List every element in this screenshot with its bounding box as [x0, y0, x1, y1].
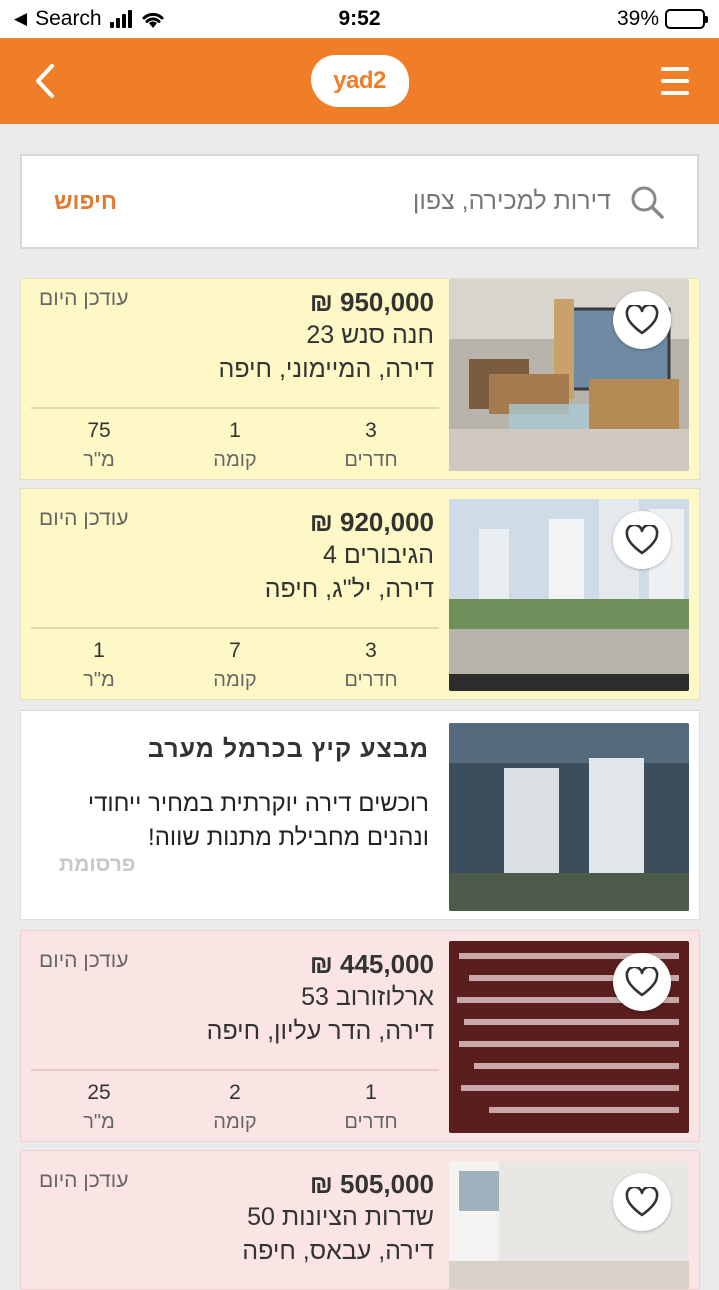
listing-area: דירה, המיימוני, חיפה — [218, 355, 434, 383]
wifi-icon — [142, 12, 164, 28]
stat-floor: 7 קומה — [167, 639, 303, 692]
listing-area: דירה, הדר עליון, חיפה — [206, 1017, 434, 1045]
ad-title: מבצע קיץ בכרמל מערב — [147, 735, 429, 763]
battery-icon — [665, 9, 708, 29]
ad-card[interactable]: מבצע קיץ בכרמל מערב רוכשים דירה יוקרתית … — [20, 710, 700, 920]
divider — [31, 627, 439, 629]
back-arrow-icon[interactable] — [30, 62, 60, 100]
listing-updated: עודכן היום — [39, 287, 129, 310]
listing-photo[interactable] — [449, 499, 689, 691]
favorite-heart-icon[interactable] — [613, 1173, 671, 1231]
listing-price: 950,000 ₪ — [309, 287, 434, 317]
hamburger-menu-icon[interactable] — [661, 67, 689, 95]
listing-street: חנה סנש 23 — [306, 321, 434, 349]
favorite-heart-icon[interactable] — [613, 511, 671, 569]
favorite-heart-icon[interactable] — [613, 953, 671, 1011]
size-label: מ"ר — [83, 449, 115, 471]
listing-street: ארלוזורוב 53 — [301, 983, 434, 1011]
listing-street: הגיבורים 4 — [322, 541, 434, 569]
listing-card[interactable]: 445,000 ₪ ארלוזורוב 53 דירה, הדר עליון, … — [20, 930, 700, 1142]
listing-photo[interactable] — [449, 279, 689, 471]
ad-photo[interactable] — [449, 723, 689, 911]
favorite-heart-icon[interactable] — [613, 291, 671, 349]
stat-floor: 1 קומה — [167, 419, 303, 472]
rooms-label: חדרים — [344, 449, 398, 471]
size-label: מ"ר — [83, 1111, 115, 1133]
stat-rooms: 1 חדרים — [303, 1081, 439, 1134]
listing-card[interactable]: 920,000 ₪ הגיבורים 4 דירה, יל"ג, חיפה עו… — [20, 488, 700, 700]
floor-value: 7 — [229, 639, 241, 662]
stat-rooms: 3 חדרים — [303, 419, 439, 472]
listing-stats: 3 חדרים 7 קומה 1 מ"ר — [31, 639, 439, 692]
rooms-value: 3 — [365, 419, 377, 442]
rooms-label: חדרים — [344, 669, 398, 691]
ad-towers-photo — [449, 723, 689, 911]
ad-label: פרסומת — [59, 853, 136, 876]
listing-updated: עודכן היום — [39, 949, 129, 972]
listing-card[interactable]: 950,000 ₪ חנה סנש 23 דירה, המיימוני, חיפ… — [20, 278, 700, 480]
size-label: מ"ר — [83, 669, 115, 691]
rooms-label: חדרים — [344, 1111, 398, 1133]
size-value: 75 — [87, 419, 111, 442]
listing-photo[interactable] — [449, 941, 689, 1133]
size-value: 25 — [87, 1081, 111, 1104]
ad-body: רוכשים דירה יוקרתית במחיר ייחודי ונהנים … — [87, 790, 429, 851]
floor-label: קומה — [213, 669, 257, 691]
rooms-value: 1 — [365, 1081, 377, 1104]
rooms-value: 3 — [365, 639, 377, 662]
listing-street: שדרות הציונות 50 — [247, 1203, 434, 1231]
listing-area: דירה, יל"ג, חיפה — [264, 575, 434, 603]
stat-floor: 2 קומה — [167, 1081, 303, 1134]
back-to-app-icon: ◀ — [14, 9, 28, 28]
stat-size: 1 מ"ר — [31, 639, 167, 692]
stat-rooms: 3 חדרים — [303, 639, 439, 692]
listing-photo[interactable] — [449, 1161, 689, 1289]
search-icon — [631, 186, 664, 219]
listing-price: 445,000 ₪ — [309, 949, 434, 979]
app-header: yad2 — [0, 38, 719, 124]
size-value: 1 — [93, 639, 105, 662]
floor-label: קומה — [213, 1111, 257, 1133]
listing-stats: 3 חדרים 1 קומה 75 מ"ר — [31, 419, 439, 472]
search-button[interactable]: חיפוש — [54, 188, 117, 215]
listing-price: 505,000 ₪ — [309, 1169, 434, 1199]
floor-value: 2 — [229, 1081, 241, 1104]
floor-value: 1 — [229, 419, 241, 442]
search-query[interactable]: דירות למכירה, צפון — [117, 187, 611, 216]
listing-updated: עודכן היום — [39, 507, 129, 530]
yad2-logo[interactable]: yad2 — [310, 55, 409, 107]
stat-size: 25 מ"ר — [31, 1081, 167, 1134]
listing-area: דירה, עבאס, חיפה — [242, 1237, 434, 1265]
status-left[interactable]: ◀ Search — [14, 7, 166, 31]
floor-label: קומה — [213, 449, 257, 471]
status-right: 39% — [616, 7, 708, 31]
search-bar[interactable]: דירות למכירה, צפון חיפוש — [20, 154, 699, 249]
status-bar: ◀ Search 9:52 39% — [0, 0, 719, 38]
listing-updated: עודכן היום — [39, 1169, 129, 1192]
stat-size: 75 מ"ר — [31, 419, 167, 472]
listing-price: 920,000 ₪ — [309, 507, 434, 537]
cellular-signal-icon — [109, 10, 132, 28]
listing-stats: 1 חדרים 2 קומה 25 מ"ר — [31, 1081, 439, 1134]
back-to-app-label: Search — [35, 7, 102, 30]
listing-card[interactable]: 505,000 ₪ שדרות הציונות 50 דירה, עבאס, ח… — [20, 1150, 700, 1290]
divider — [31, 407, 439, 409]
battery-percent: 39% — [616, 7, 659, 30]
divider — [31, 1069, 439, 1071]
